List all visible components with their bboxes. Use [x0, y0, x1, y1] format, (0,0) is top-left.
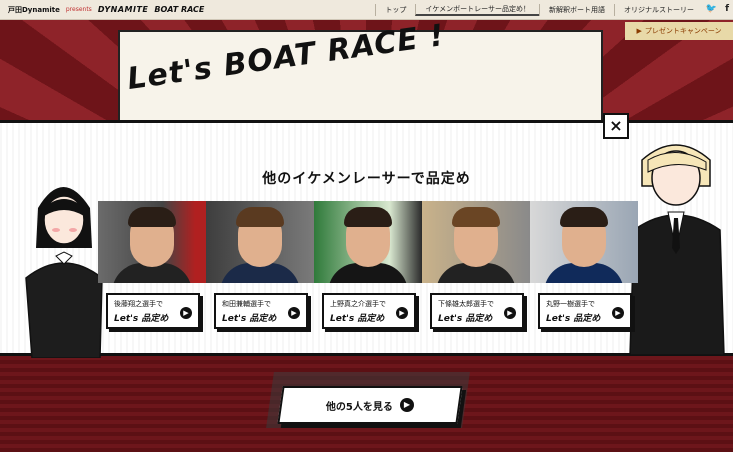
illustrated-woman-left — [25, 187, 103, 358]
racer-card[interactable]: 上野真之介選手で Let's 品定め ▶ — [314, 201, 422, 331]
nav-item-story[interactable]: オリジナルストーリー — [614, 4, 703, 16]
racer-button[interactable]: 後藤翔之選手で Let's 品定め ▶ — [106, 293, 200, 329]
racer-card[interactable]: 丸野一樹選手で Let's 品定め ▶ — [530, 201, 638, 331]
racer-name: 丸野一樹選手で — [546, 300, 595, 308]
racer-card[interactable]: 下條雄太郎選手で Let's 品定め ▶ — [422, 201, 530, 331]
top-navigation-bar: 戸田Dynamite presents DYNAMITE BOAT RACE ト… — [0, 0, 733, 20]
twitter-icon[interactable]: 🐦 — [706, 4, 717, 14]
social-links: 🐦 f — [706, 4, 729, 14]
main-nav: トップ イケメンボートレーサー品定め！ 新解釈ボート用語 オリジナルストーリー — [375, 0, 703, 20]
racer-name: 和田兼輔選手で — [222, 300, 271, 308]
arrow-right-icon: ▶ — [400, 398, 415, 412]
arrow-right-icon: ▶ — [612, 307, 624, 319]
site-logo[interactable]: 戸田Dynamite presents DYNAMITE BOAT RACE — [0, 5, 204, 15]
brand-main: 戸田Dynamite — [8, 5, 60, 14]
racer-list: 後藤翔之選手で Let's 品定め ▶ 和田兼輔選手で Let's 品定め ▶ … — [98, 201, 638, 331]
nav-item-top[interactable]: トップ — [375, 4, 415, 16]
racer-photo — [98, 201, 206, 283]
brand-dynamite: DYNAMITE — [97, 5, 149, 14]
present-campaign-link[interactable]: ▶ プレゼントキャンペーン — [625, 22, 733, 40]
brand-boatrace: BOAT RACE — [154, 5, 205, 14]
brand-sub: presents — [65, 6, 92, 13]
racer-button[interactable]: 丸野一樹選手で Let's 品定め ▶ — [538, 293, 632, 329]
racer-photo — [530, 201, 638, 283]
see-more-label: 他の5人を見る — [325, 401, 393, 413]
see-more-button[interactable]: 他の5人を見る ▶ — [277, 386, 463, 424]
racer-button[interactable]: 和田兼輔選手で Let's 品定め ▶ — [214, 293, 308, 329]
racer-card[interactable]: 後藤翔之選手で Let's 品定め ▶ — [98, 201, 206, 331]
arrow-right-icon: ▶ — [504, 307, 516, 319]
racer-photo — [422, 201, 530, 283]
close-button[interactable]: × — [603, 113, 629, 139]
racer-card[interactable]: 和田兼輔選手で Let's 品定め ▶ — [206, 201, 314, 331]
racer-photo — [314, 201, 422, 283]
modal-title: 他のイケメンレーサーで品定め — [262, 171, 471, 187]
racer-photo — [206, 201, 314, 283]
arrow-right-icon: ▶ — [396, 307, 408, 319]
racer-name: 上野真之介選手で — [330, 300, 386, 308]
racer-button[interactable]: 上野真之介選手で Let's 品定め ▶ — [322, 293, 416, 329]
arrow-icon: ▶ — [636, 27, 642, 35]
nav-item-ikemen[interactable]: イケメンボートレーサー品定め！ — [415, 4, 539, 16]
facebook-icon[interactable]: f — [725, 4, 729, 14]
arrow-right-icon: ▶ — [180, 307, 192, 319]
promo-label: プレゼントキャンペーン — [644, 27, 722, 35]
nav-item-glossary[interactable]: 新解釈ボート用語 — [539, 4, 614, 16]
arrow-right-icon: ▶ — [288, 307, 300, 319]
racer-button[interactable]: 下條雄太郎選手で Let's 品定め ▶ — [430, 293, 524, 329]
racer-name: 下條雄太郎選手で — [438, 300, 494, 308]
illustrated-man-right — [629, 144, 725, 355]
racer-name: 後藤翔之選手で — [114, 300, 163, 308]
